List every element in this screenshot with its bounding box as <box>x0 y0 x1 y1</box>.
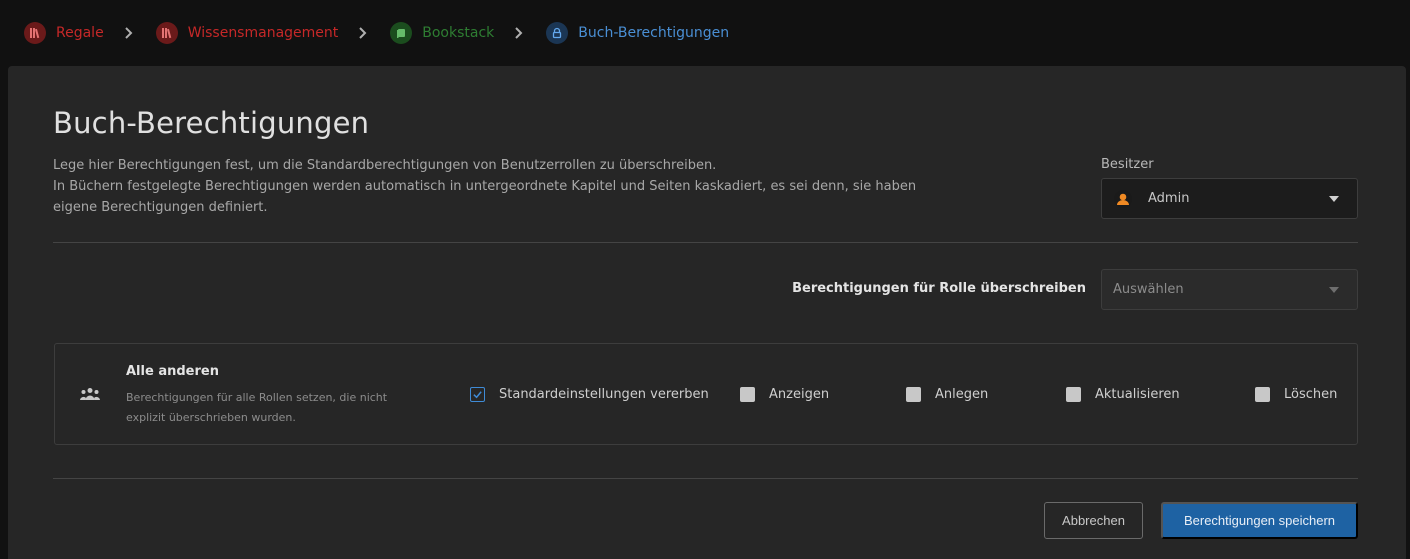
checkbox-unchecked-icon <box>740 387 755 402</box>
chevron-down-icon <box>1329 287 1339 293</box>
chevron-right-icon <box>514 27 524 39</box>
owner-label: Besitzer <box>1101 157 1154 172</box>
checkbox-label: Anzeigen <box>769 387 830 402</box>
breadcrumb-item-regale[interactable]: Regale <box>24 22 104 44</box>
chevron-right-icon <box>124 27 134 39</box>
permissions-card: Buch-Berechtigungen Lege hier Berechtigu… <box>8 66 1406 559</box>
everyone-permissions-row: Alle anderen Berechtigungen für alle Rol… <box>54 343 1358 445</box>
breadcrumb-label: Regale <box>56 25 104 41</box>
page-title: Buch-Berechtigungen <box>53 106 370 140</box>
checkbox-label: Anlegen <box>935 387 989 402</box>
lock-icon <box>546 22 569 44</box>
owner-select[interactable]: Admin <box>1101 178 1358 219</box>
checkbox-label: Löschen <box>1284 387 1338 402</box>
divider <box>53 242 1358 243</box>
page-description: Lege hier Berechtigungen fest, um die St… <box>53 155 933 218</box>
breadcrumb: Regale Wissensmanagement Bookstack Buch-… <box>0 0 1410 66</box>
breadcrumb-item-bookstack[interactable]: Bookstack <box>390 22 494 44</box>
checkbox-checked-icon <box>470 387 485 402</box>
shelves-icon <box>155 22 178 44</box>
role-override-select[interactable]: Auswählen <box>1101 269 1358 310</box>
breadcrumb-item-wissensmanagement[interactable]: Wissensmanagement <box>155 22 339 44</box>
book-icon <box>390 22 413 44</box>
role-override-label: Berechtigungen für Rolle überschreiben <box>792 281 1086 296</box>
checkbox-label: Aktualisieren <box>1095 387 1180 402</box>
create-checkbox[interactable]: Anlegen <box>906 387 988 402</box>
inherit-defaults-checkbox[interactable]: Standardeinstellungen vererben <box>470 387 709 402</box>
role-select-placeholder: Auswählen <box>1113 282 1184 297</box>
chevron-right-icon <box>358 27 368 39</box>
delete-checkbox[interactable]: Löschen <box>1255 387 1337 402</box>
view-checkbox[interactable]: Anzeigen <box>740 387 829 402</box>
description-line: In Büchern festgelegte Berechtigungen we… <box>53 179 917 215</box>
everyone-subtitle: Berechtigungen für alle Rollen setzen, d… <box>126 391 388 424</box>
description-line: Lege hier Berechtigungen fest, um die St… <box>53 158 717 173</box>
owner-value: Admin <box>1148 191 1190 206</box>
breadcrumb-label: Wissensmanagement <box>187 25 339 41</box>
everyone-title: Alle anderen <box>126 364 219 379</box>
avatar <box>1114 189 1132 208</box>
checkbox-unchecked-icon <box>906 387 921 402</box>
breadcrumb-label: Buch-Berechtigungen <box>578 25 730 41</box>
breadcrumb-label: Bookstack <box>422 25 495 41</box>
update-checkbox[interactable]: Aktualisieren <box>1066 387 1180 402</box>
breadcrumb-item-buch-berechtigungen[interactable]: Buch-Berechtigungen <box>546 22 729 44</box>
save-permissions-button[interactable]: Berechtigungen speichern <box>1161 502 1358 539</box>
cancel-button[interactable]: Abbrechen <box>1044 502 1143 539</box>
checkbox-unchecked-icon <box>1066 387 1081 402</box>
users-icon <box>80 388 100 400</box>
divider <box>53 478 1358 479</box>
checkbox-label: Standardeinstellungen vererben <box>499 387 709 402</box>
chevron-down-icon <box>1329 196 1339 202</box>
shelves-icon <box>24 22 46 44</box>
checkbox-unchecked-icon <box>1255 387 1270 402</box>
